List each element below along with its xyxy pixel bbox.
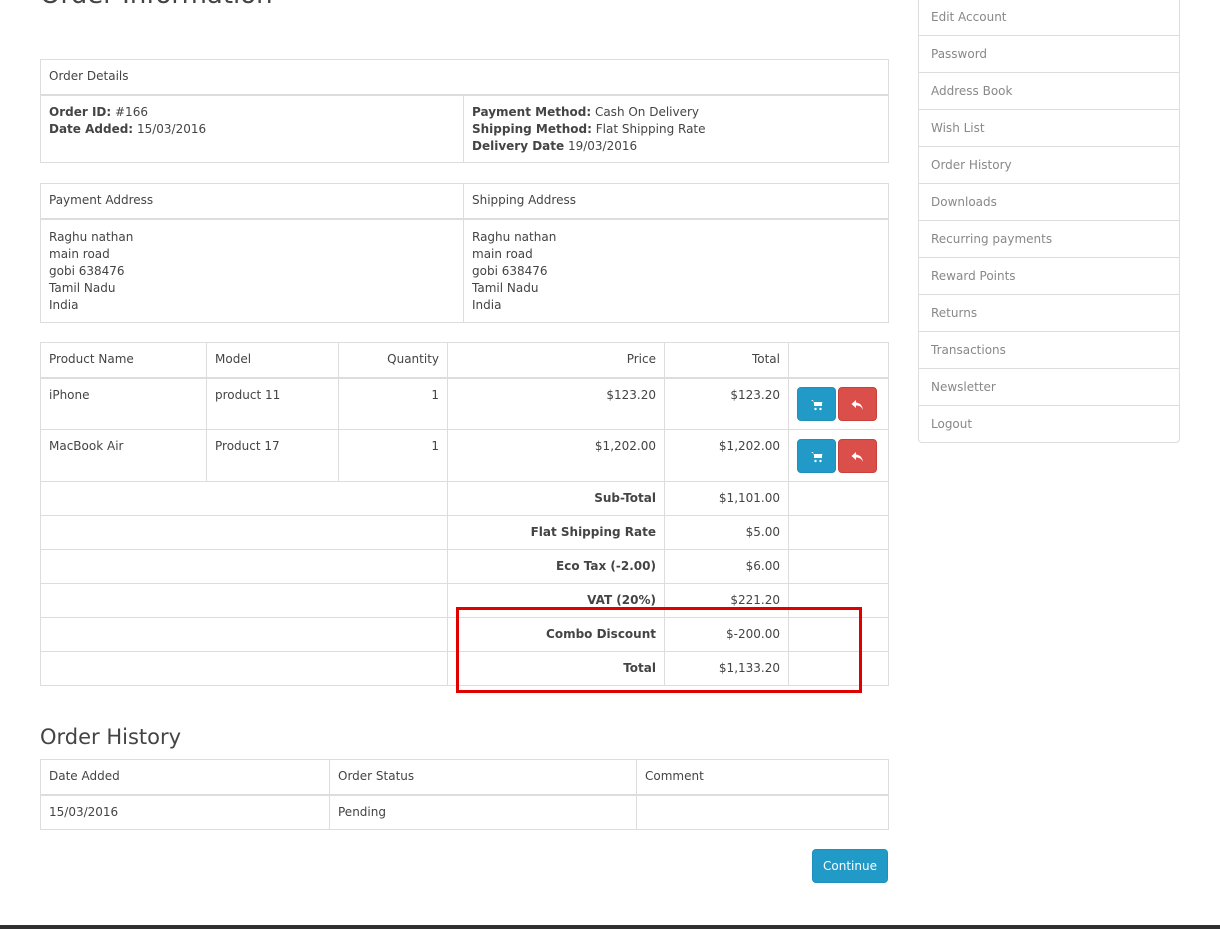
address-line: main road: [49, 246, 110, 261]
product-price: $1,202.00: [447, 429, 665, 482]
col-quantity: Quantity: [338, 342, 448, 379]
sidebar-item-password[interactable]: Password: [919, 35, 1179, 72]
order-history-table: Date Added Order Status Comment 15/03/20…: [40, 759, 889, 830]
address-line: Raghu nathan: [472, 229, 557, 244]
col-order-status: Order Status: [329, 759, 637, 796]
row-actions: [788, 377, 889, 430]
eco-tax-value: $6.00: [664, 549, 789, 584]
order-id: #166: [115, 104, 148, 119]
account-sidebar: Edit Account Password Address Book Wish …: [918, 0, 1180, 443]
page-title: Order Information: [40, 0, 273, 10]
product-model: Product 17: [206, 429, 339, 482]
order-details-header: Order Details: [40, 59, 889, 96]
subtotal-value: $1,101.00: [664, 481, 789, 516]
address-line: Raghu nathan: [49, 229, 134, 244]
history-status: Pending: [329, 794, 637, 830]
order-details-table: Order Details Order ID: #166 Date Added:…: [40, 59, 889, 163]
eco-tax-label: Eco Tax (-2.00): [556, 559, 656, 573]
address-line: Tamil Nadu: [472, 280, 539, 295]
totals-row: Flat Shipping Rate $5.00: [40, 515, 889, 550]
col-model: Model: [206, 342, 339, 379]
date-added: 15/03/2016: [136, 121, 207, 136]
return-button[interactable]: [838, 386, 877, 421]
sidebar-item-wish-list[interactable]: Wish List: [919, 109, 1179, 146]
history-date: 15/03/2016: [40, 794, 330, 830]
address-line: main road: [472, 246, 533, 261]
return-button[interactable]: [838, 438, 877, 473]
product-name: iPhone: [40, 377, 207, 430]
order-methods: Payment Method: Cash On Delivery Shippin…: [463, 94, 889, 163]
cart-icon: [810, 399, 822, 410]
continue-button[interactable]: Continue: [812, 849, 888, 883]
sidebar-item-transactions[interactable]: Transactions: [919, 331, 1179, 368]
row-actions: [788, 429, 889, 482]
product-name: MacBook Air: [40, 429, 207, 482]
order-history-title: Order History: [40, 725, 182, 749]
product-model: product 11: [206, 377, 339, 430]
address-table: Payment Address Shipping Address Raghu n…: [40, 183, 889, 323]
product-price: $123.20: [447, 377, 665, 430]
shipping-address: Raghu nathan main road gobi 638476 Tamil…: [463, 218, 889, 323]
delivery-date: 19/03/2016: [567, 138, 638, 153]
col-comment: Comment: [636, 759, 889, 796]
table-row: 15/03/2016 Pending: [40, 794, 889, 830]
vat-label: VAT (20%): [587, 593, 656, 607]
payment-method: Cash On Delivery: [594, 104, 700, 119]
reorder-button[interactable]: [797, 386, 836, 421]
col-price: Price: [447, 342, 665, 379]
sidebar-item-edit-account[interactable]: Edit Account: [919, 0, 1179, 35]
payment-address: Raghu nathan main road gobi 638476 Tamil…: [40, 218, 464, 323]
history-comment: [636, 794, 889, 830]
product-total: $123.20: [664, 377, 789, 430]
address-line: gobi 638476: [472, 263, 548, 278]
delivery-date-label: Delivery Date: [472, 138, 565, 153]
order-id-label: Order ID:: [49, 104, 112, 119]
sidebar-item-newsletter[interactable]: Newsletter: [919, 368, 1179, 405]
col-date-added: Date Added: [40, 759, 330, 796]
footer-bar: [0, 925, 1220, 929]
date-added-label: Date Added:: [49, 121, 134, 136]
sidebar-item-logout[interactable]: Logout: [919, 405, 1179, 442]
shipping-method-label: Shipping Method:: [472, 121, 592, 136]
product-quantity: 1: [338, 429, 448, 482]
sidebar-item-returns[interactable]: Returns: [919, 294, 1179, 331]
product-quantity: 1: [338, 377, 448, 430]
subtotal-label: Sub-Total: [594, 491, 656, 505]
shipping-rate-value: $5.00: [664, 515, 789, 550]
col-product-name: Product Name: [40, 342, 207, 379]
reply-icon: [851, 451, 863, 462]
payment-method-label: Payment Method:: [472, 104, 592, 119]
payment-address-header: Payment Address: [40, 183, 464, 220]
table-row: MacBook Air Product 17 1 $1,202.00 $1,20…: [40, 429, 889, 482]
shipping-method: Flat Shipping Rate: [595, 121, 706, 136]
sidebar-item-downloads[interactable]: Downloads: [919, 183, 1179, 220]
product-total: $1,202.00: [664, 429, 789, 482]
address-line: India: [49, 297, 79, 312]
cart-icon: [810, 451, 822, 462]
address-line: India: [472, 297, 502, 312]
order-meta: Order ID: #166 Date Added: 15/03/2016: [40, 94, 464, 163]
totals-row: Sub-Total $1,101.00: [40, 481, 889, 516]
reorder-button[interactable]: [797, 438, 836, 473]
highlight-box: [456, 607, 862, 693]
reply-icon: [851, 399, 863, 410]
address-line: Tamil Nadu: [49, 280, 116, 295]
sidebar-item-recurring-payments[interactable]: Recurring payments: [919, 220, 1179, 257]
table-row: iPhone product 11 1 $123.20 $123.20: [40, 377, 889, 430]
col-total: Total: [664, 342, 789, 379]
col-actions: [788, 342, 889, 379]
shipping-rate-label: Flat Shipping Rate: [530, 525, 656, 539]
sidebar-item-address-book[interactable]: Address Book: [919, 72, 1179, 109]
totals-row: Eco Tax (-2.00) $6.00: [40, 549, 889, 584]
shipping-address-header: Shipping Address: [463, 183, 889, 220]
address-line: gobi 638476: [49, 263, 125, 278]
sidebar-item-reward-points[interactable]: Reward Points: [919, 257, 1179, 294]
sidebar-item-order-history[interactable]: Order History: [919, 146, 1179, 183]
